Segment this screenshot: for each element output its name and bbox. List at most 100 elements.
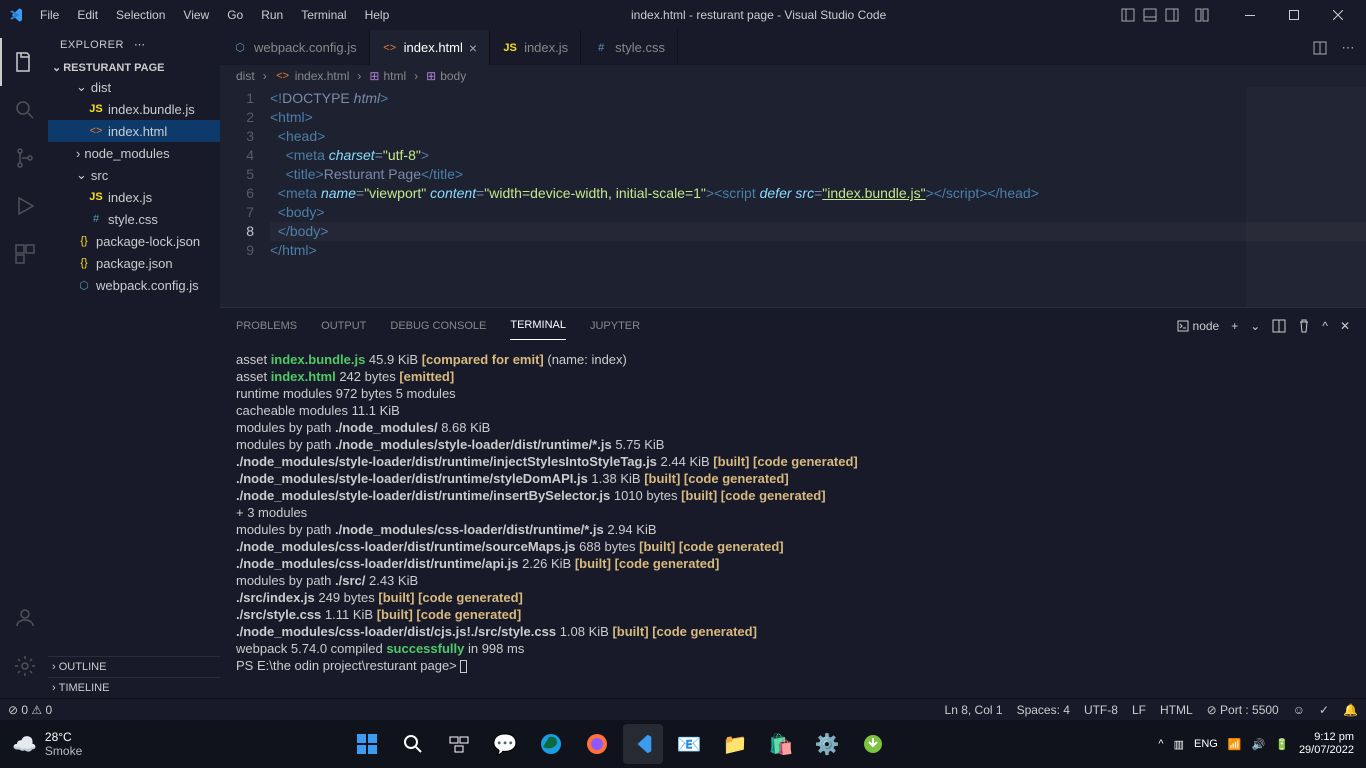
file-webpack-config-js[interactable]: ⬡webpack.config.js (48, 274, 220, 296)
sidebar-section-outline[interactable]: › OUTLINE (48, 656, 220, 677)
activity-source-control[interactable] (0, 134, 48, 182)
panel-tab-terminal[interactable]: TERMINAL (510, 311, 566, 340)
layout-customize-icon[interactable] (1194, 7, 1210, 23)
panel-tab-output[interactable]: OUTPUT (321, 312, 366, 340)
layout-panel-left-icon[interactable] (1120, 7, 1136, 23)
new-terminal-icon[interactable]: + (1231, 319, 1238, 333)
layout-panel-right-icon[interactable] (1164, 7, 1180, 23)
menu-view[interactable]: View (175, 4, 217, 26)
status-cursor-position[interactable]: Ln 8, Col 1 (945, 703, 1003, 717)
split-editor-icon[interactable] (1312, 40, 1328, 56)
breadcrumb-item[interactable]: dist (236, 69, 271, 83)
status-prettier-icon[interactable]: ✓ (1319, 703, 1329, 717)
panel-tab-problems[interactable]: PROBLEMS (236, 312, 297, 340)
status-notifications-icon[interactable]: 🔔 (1343, 703, 1358, 717)
sidebar-more-icon[interactable]: ⋯ (134, 38, 208, 51)
minimap[interactable] (1246, 87, 1366, 307)
taskbar-app-idm[interactable] (853, 724, 893, 764)
terminal-profile[interactable]: node (1177, 319, 1220, 333)
editor-tabs: ⬡webpack.config.js<>index.html×JSindex.j… (220, 30, 1366, 65)
search-button[interactable] (393, 724, 433, 764)
menu-go[interactable]: Go (219, 4, 251, 26)
breadcrumb[interactable]: dist <> index.html⊞ html ⊞ body (220, 65, 1366, 87)
file-index-bundle-js[interactable]: JSindex.bundle.js (48, 98, 220, 120)
tab-style-css[interactable]: #style.css (581, 30, 678, 65)
taskbar-app-store[interactable]: 🛍️ (761, 724, 801, 764)
code-content[interactable]: <!DOCTYPE html><html> <head> <meta chars… (270, 87, 1366, 307)
status-language[interactable]: HTML (1160, 703, 1193, 717)
maximize-panel-icon[interactable]: ^ (1322, 319, 1328, 333)
kill-terminal-icon[interactable] (1298, 319, 1310, 333)
start-button[interactable] (347, 724, 387, 764)
workspace-root-label: RESTURANT PAGE (63, 62, 164, 74)
folder-dist[interactable]: ⌄dist (48, 76, 220, 98)
activity-search[interactable] (0, 86, 48, 134)
breadcrumb-item[interactable]: ⊞ body (426, 69, 466, 83)
activity-settings[interactable] (0, 642, 48, 690)
taskbar-app-chat[interactable]: 💬 (485, 724, 525, 764)
close-button[interactable] (1318, 1, 1358, 29)
close-panel-icon[interactable]: ✕ (1340, 319, 1350, 333)
taskbar-app-mail[interactable]: 📧 (669, 724, 709, 764)
tray-wifi-icon[interactable]: 📶 (1228, 738, 1242, 751)
tray-chevron-icon[interactable]: ^ (1158, 738, 1163, 750)
task-view-button[interactable] (439, 724, 479, 764)
taskbar-weather[interactable]: ☁️ 28°C Smoke (12, 730, 82, 758)
status-live-server[interactable]: ⊘ Port : 5500 (1207, 703, 1279, 717)
breadcrumb-item[interactable]: ⊞ html (369, 69, 422, 83)
close-tab-icon[interactable]: × (469, 40, 477, 56)
activity-bar (0, 30, 48, 698)
menu-terminal[interactable]: Terminal (293, 4, 354, 26)
terminal-dropdown-icon[interactable]: ⌄ (1250, 319, 1260, 333)
tray-volume-icon[interactable]: 🔊 (1252, 738, 1266, 751)
taskbar-app-settings[interactable]: ⚙️ (807, 724, 847, 764)
status-errors-warnings[interactable]: ⊘ 0 ⚠ 0 (8, 703, 52, 717)
tray-power-icon[interactable]: 🔋 (1275, 738, 1289, 751)
activity-explorer[interactable] (0, 38, 48, 86)
sidebar-section-timeline[interactable]: › TIMELINE (48, 677, 220, 698)
folder-src[interactable]: ⌄src (48, 164, 220, 186)
file-index-js[interactable]: JSindex.js (48, 186, 220, 208)
maximize-button[interactable] (1274, 1, 1314, 29)
tab-index-html[interactable]: <>index.html× (370, 30, 490, 65)
panel-tab-debug-console[interactable]: DEBUG CONSOLE (390, 312, 486, 340)
menu-help[interactable]: Help (357, 4, 398, 26)
file-package-json[interactable]: {}package.json (48, 252, 220, 274)
line-gutter: 123456789 (220, 87, 270, 307)
tab-webpack-config-js[interactable]: ⬡webpack.config.js (220, 30, 370, 65)
activity-account[interactable] (0, 594, 48, 642)
tray-language[interactable]: ENG (1194, 738, 1218, 750)
folder-node_modules[interactable]: ›node_modules (48, 142, 220, 164)
status-feedback-icon[interactable]: ☺ (1293, 703, 1305, 717)
tab-index-js[interactable]: JSindex.js (490, 30, 581, 65)
split-terminal-icon[interactable] (1272, 319, 1286, 333)
status-eol[interactable]: LF (1132, 703, 1146, 717)
taskbar-app-edge[interactable] (531, 724, 571, 764)
code-editor[interactable]: 123456789 <!DOCTYPE html><html> <head> <… (220, 87, 1366, 307)
status-encoding[interactable]: UTF-8 (1084, 703, 1118, 717)
tray-clock[interactable]: 9:12 pm 29/07/2022 (1299, 731, 1354, 757)
file-style-css[interactable]: #style.css (48, 208, 220, 230)
breadcrumb-item[interactable]: <> index.html (275, 69, 366, 83)
minimize-button[interactable] (1230, 1, 1270, 29)
menu-file[interactable]: File (32, 4, 67, 26)
file-index-html[interactable]: <>index.html (48, 120, 220, 142)
layout-panel-bottom-icon[interactable] (1142, 7, 1158, 23)
workspace-root[interactable]: ⌄ RESTURANT PAGE (48, 59, 220, 76)
taskbar-app-explorer[interactable]: 📁 (715, 724, 755, 764)
file-package-lock-json[interactable]: {}package-lock.json (48, 230, 220, 252)
menu-selection[interactable]: Selection (108, 4, 173, 26)
terminal-output[interactable]: asset index.bundle.js 45.9 KiB [compared… (220, 343, 1366, 698)
status-indentation[interactable]: Spaces: 4 (1017, 703, 1070, 717)
tray-battery-icon[interactable]: ▥ (1174, 738, 1184, 751)
sidebar-title: EXPLORER (60, 39, 134, 51)
activity-run-debug[interactable] (0, 182, 48, 230)
more-actions-icon[interactable]: ⋯ (1340, 40, 1356, 56)
panel: PROBLEMS OUTPUT DEBUG CONSOLE TERMINAL JUPYT… (220, 307, 1366, 698)
panel-tab-jupyter[interactable]: JUPYTER (590, 312, 640, 340)
taskbar-app-firefox[interactable] (577, 724, 617, 764)
activity-extensions[interactable] (0, 230, 48, 278)
taskbar-app-vscode[interactable] (623, 724, 663, 764)
menu-edit[interactable]: Edit (69, 4, 106, 26)
menu-run[interactable]: Run (253, 4, 291, 26)
